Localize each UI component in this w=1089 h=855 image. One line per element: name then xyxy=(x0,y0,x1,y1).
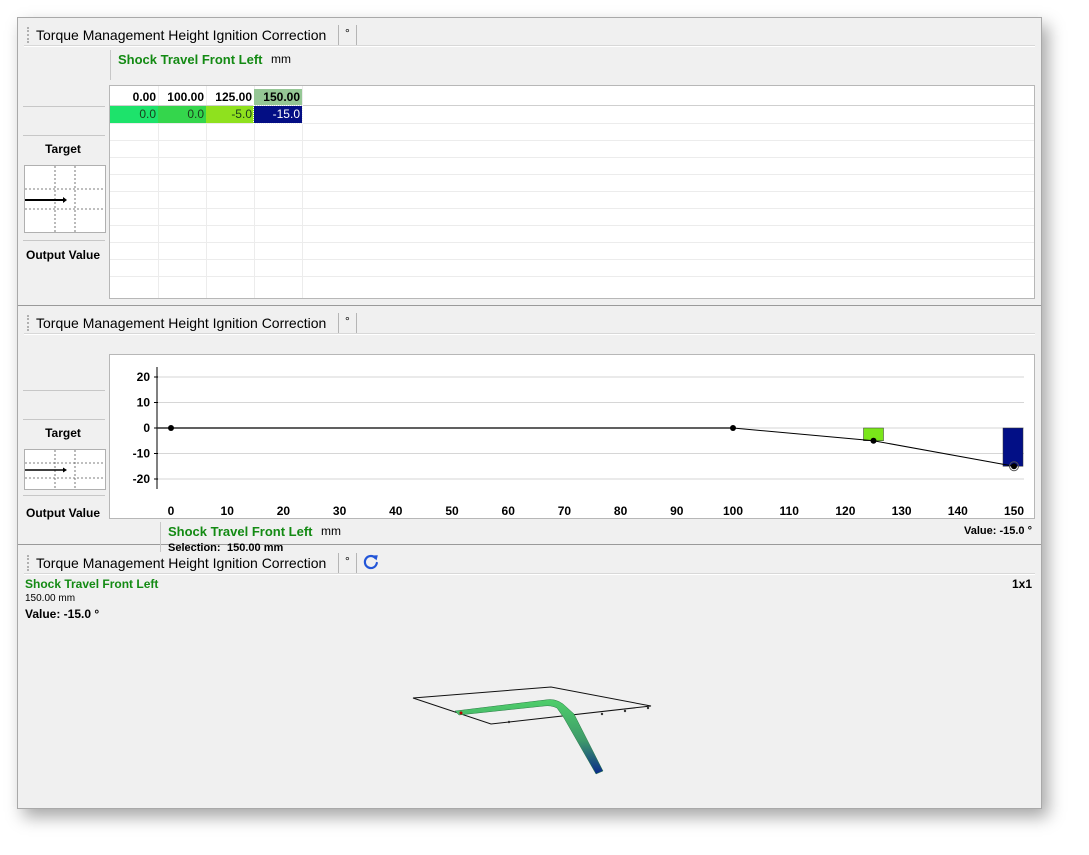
x-tick-label: 100 xyxy=(723,504,743,518)
x-tick-label: 50 xyxy=(445,504,459,518)
x-tick-label: 30 xyxy=(333,504,347,518)
target-crosshair-icon[interactable] xyxy=(24,165,106,233)
x-tick-label: 150 xyxy=(1004,504,1024,518)
graph-panel: Torque Management Height Ignition Correc… xyxy=(18,306,1041,554)
y-tick-label: 0 xyxy=(143,421,150,435)
x-tick-label: 0 xyxy=(168,504,175,518)
axis-unit: mm xyxy=(271,52,291,66)
target-label: Target xyxy=(45,426,81,440)
table-cell[interactable]: -15.0 xyxy=(253,105,303,124)
grid-line xyxy=(302,86,303,298)
toolbar-grip[interactable] xyxy=(27,315,30,331)
left-divider xyxy=(23,419,105,420)
table-cell[interactable]: 0.0 xyxy=(158,106,206,123)
3d-surface-plot[interactable] xyxy=(18,546,1041,808)
table-cell[interactable]: 0.0 xyxy=(110,106,158,123)
axis-name: Shock Travel Front Left xyxy=(168,524,313,539)
toolbar-separator xyxy=(356,25,357,45)
left-divider xyxy=(23,495,105,496)
column-header[interactable]: 100.00 xyxy=(158,89,206,105)
grid-line xyxy=(110,174,1034,175)
column-header[interactable]: 125.00 xyxy=(206,89,254,105)
left-divider xyxy=(23,135,105,136)
x-tick-label: 90 xyxy=(670,504,684,518)
toolbar-divider xyxy=(24,333,1035,335)
output-value-label: Output Value xyxy=(25,248,100,262)
x-tick-label: 140 xyxy=(948,504,968,518)
line-chart[interactable]: 20 10 0 -10 -20 0 10 20 30 40 50 60 70 80 90 100 110 120 1… xyxy=(109,354,1035,519)
data-point xyxy=(870,437,877,444)
left-divider xyxy=(23,390,105,391)
y-tick-label: 10 xyxy=(137,396,151,410)
axis-unit: mm xyxy=(321,524,341,538)
panel-title: Torque Management Height Ignition Correc… xyxy=(36,315,327,331)
grid-line xyxy=(110,276,1034,277)
output-unit: ° xyxy=(345,314,350,328)
x-tick-label: 130 xyxy=(892,504,912,518)
left-divider xyxy=(23,106,105,107)
data-point xyxy=(730,425,736,431)
3d-surface-strip xyxy=(454,699,604,775)
chart-canvas[interactable]: 20100-10-200 10 20 30 40 50 60 70 80 90 100 110 120 1… xyxy=(110,355,1034,518)
toolbar-separator xyxy=(356,313,357,333)
y-tick-label: -10 xyxy=(133,447,151,461)
axis-name: Shock Travel Front Left xyxy=(118,52,263,67)
x-tick-label: 10 xyxy=(221,504,235,518)
axis-divider xyxy=(110,50,111,80)
map-table: 0.00 100.00 125.00 150.00 0.0 0.0 -5.0 -15.0 xyxy=(109,85,1035,299)
x-tick-label: 70 xyxy=(558,504,572,518)
grid-line xyxy=(110,157,1034,158)
target-crosshair-icon[interactable] xyxy=(24,449,106,490)
map-editor-window: Torque Management Height Ignition Correc… xyxy=(17,17,1042,809)
panel-title: Torque Management Height Ignition Correc… xyxy=(36,27,327,43)
grid-line xyxy=(110,140,1034,141)
data-point xyxy=(1011,463,1017,470)
grid-line xyxy=(110,123,1034,124)
table-panel: Torque Management Height Ignition Correc… xyxy=(18,18,1041,306)
x-tick-label: 80 xyxy=(614,504,628,518)
output-unit: ° xyxy=(345,26,350,40)
graph-toolbar: Torque Management Height Ignition Correc… xyxy=(18,311,1035,335)
column-header[interactable]: 0.00 xyxy=(110,89,158,105)
x-tick-label: 40 xyxy=(389,504,403,518)
x-tick-label: 110 xyxy=(780,504,800,518)
toolbar-grip[interactable] xyxy=(27,27,30,43)
toolbar-separator xyxy=(338,25,339,45)
column-header[interactable]: 150.00 xyxy=(254,89,302,105)
output-value-label: Output Value xyxy=(25,506,100,520)
toolbar-separator xyxy=(338,313,339,333)
grid-line xyxy=(110,242,1034,243)
grid-line xyxy=(110,259,1034,260)
target-label: Target xyxy=(45,142,81,156)
data-point xyxy=(168,425,174,431)
grid-line xyxy=(110,225,1034,226)
y-tick-label: -20 xyxy=(133,472,151,486)
3d-panel: Torque Management Height Ignition Correc… xyxy=(18,546,1041,808)
x-tick-label: 60 xyxy=(502,504,516,518)
table-cell[interactable]: -5.0 xyxy=(206,106,254,123)
grid-line xyxy=(110,208,1034,209)
value-bar xyxy=(1002,427,1024,467)
x-tick-label: 20 xyxy=(277,504,291,518)
x-tick-label: 120 xyxy=(835,504,855,518)
toolbar-divider xyxy=(24,45,1035,47)
grid-line xyxy=(110,191,1034,192)
y-tick-label: 20 xyxy=(137,370,151,384)
left-divider xyxy=(23,240,105,241)
value-readout: Value: -15.0 ° xyxy=(964,525,1032,537)
series-line xyxy=(171,427,1015,467)
table-toolbar: Torque Management Height Ignition Correc… xyxy=(18,23,1035,47)
